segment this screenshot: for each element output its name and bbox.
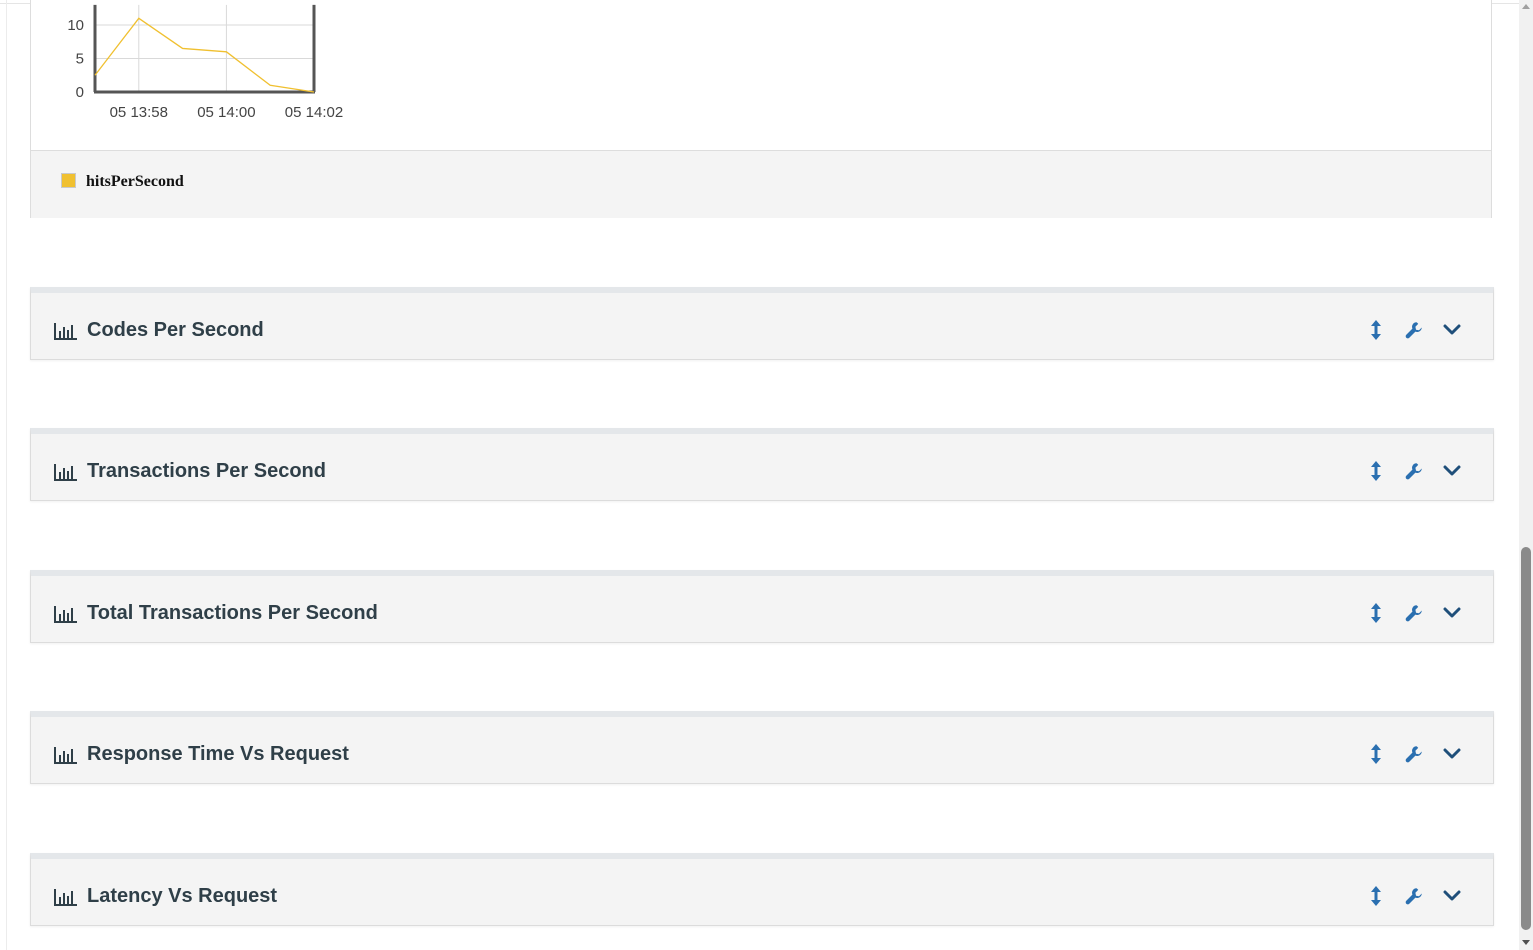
chevron-down-icon [1443, 465, 1461, 476]
legend-label[interactable]: hitsPerSecond [86, 173, 184, 191]
resize-button[interactable] [1364, 742, 1388, 766]
widget-latency-vs-request: Latency Vs Request [30, 853, 1494, 926]
bar-chart-icon [54, 323, 77, 340]
chevron-down-icon [1443, 607, 1461, 618]
y-tick-label: 0 [76, 84, 84, 101]
bar-chart-icon [54, 464, 77, 481]
vertical-resize-icon [1371, 461, 1381, 481]
collapse-button[interactable] [1440, 884, 1464, 908]
chevron-down-icon [1443, 748, 1461, 759]
vertical-scrollbar[interactable] [1519, 0, 1533, 950]
y-tick-label: 5 [76, 51, 84, 68]
widget-title: Latency Vs Request [87, 885, 278, 907]
scrollbar-thumb[interactable] [1521, 547, 1531, 930]
widget-transactions-per-second: Transactions Per Second [30, 428, 1494, 501]
bar-chart-icon [54, 747, 77, 764]
x-tick-label: 05 13:58 [110, 104, 168, 121]
wrench-icon [1405, 605, 1422, 622]
config-button[interactable] [1402, 318, 1426, 342]
scroll-down-arrow-icon[interactable] [1521, 937, 1531, 947]
scroll-up-arrow-icon[interactable] [1521, 2, 1531, 12]
wrench-icon [1405, 463, 1422, 480]
chart-legend: hitsPerSecond [31, 150, 1491, 218]
vertical-resize-icon [1371, 320, 1381, 340]
collapse-button[interactable] [1440, 459, 1464, 483]
widget-title: Total Transactions Per Second [87, 602, 378, 624]
dashboard-page: 0 5 10 05 13:58 05 14:00 05 14:02 hitsPerSeco… [0, 0, 1533, 950]
wrench-icon [1405, 322, 1422, 339]
vertical-resize-icon [1371, 886, 1381, 906]
wrench-icon [1405, 888, 1422, 905]
resize-button[interactable] [1364, 601, 1388, 625]
hits-per-second-panel: 0 5 10 05 13:58 05 14:00 05 14:02 hitsPerSeco… [30, 0, 1492, 218]
chevron-down-icon [1443, 890, 1461, 901]
resize-button[interactable] [1364, 459, 1388, 483]
widget-title: Response Time Vs Request [87, 743, 349, 765]
vertical-resize-icon [1371, 744, 1381, 764]
hits-per-second-chart: 0 5 10 05 13:58 05 14:00 05 14:02 [67, 4, 343, 121]
resize-button[interactable] [1364, 318, 1388, 342]
vertical-resize-icon [1371, 603, 1381, 623]
legend-swatch [61, 173, 76, 188]
widget-codes-per-second: Codes Per Second [30, 287, 1494, 360]
chevron-down-icon [1443, 324, 1461, 335]
collapse-button[interactable] [1440, 742, 1464, 766]
collapse-button[interactable] [1440, 318, 1464, 342]
x-tick-label: 05 14:00 [197, 104, 255, 121]
x-tick-label: 05 14:02 [285, 104, 343, 121]
series-line-0 [94, 17, 315, 93]
widget-response-time-vs-request: Response Time Vs Request [30, 711, 1494, 784]
widget-title: Transactions Per Second [87, 460, 326, 482]
wrench-icon [1405, 746, 1422, 763]
config-button[interactable] [1402, 459, 1426, 483]
widget-title: Codes Per Second [87, 319, 264, 341]
config-button[interactable] [1402, 601, 1426, 625]
widget-total-transactions-per-second: Total Transactions Per Second [30, 570, 1494, 643]
bar-chart-icon [54, 889, 77, 906]
bar-chart-icon [54, 606, 77, 623]
config-button[interactable] [1402, 742, 1426, 766]
y-tick-label: 10 [67, 17, 84, 34]
chart-area: 0 5 10 05 13:58 05 14:00 05 14:02 [31, 0, 1493, 150]
left-border [6, 0, 7, 950]
resize-button[interactable] [1364, 884, 1388, 908]
collapse-button[interactable] [1440, 601, 1464, 625]
config-button[interactable] [1402, 884, 1426, 908]
